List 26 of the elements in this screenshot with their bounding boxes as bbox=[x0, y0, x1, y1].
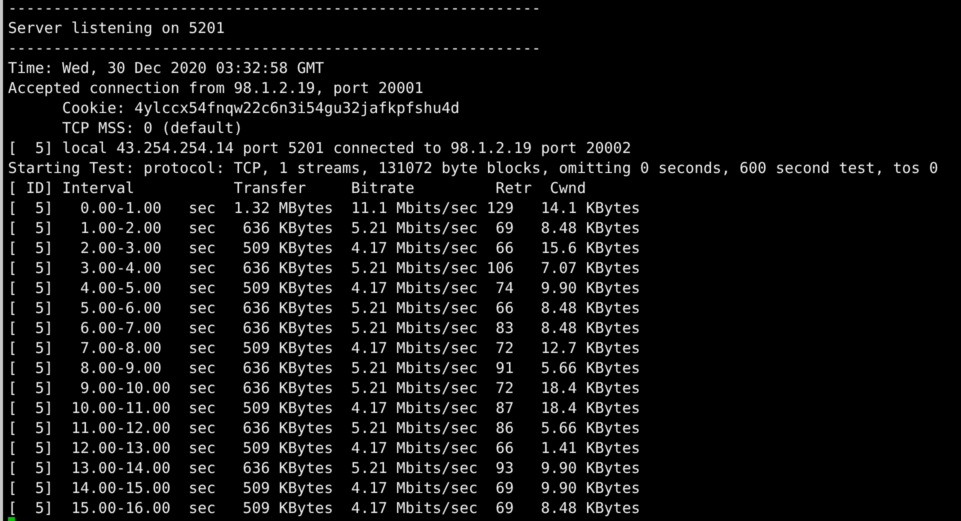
terminal-line: Starting Test: protocol: TCP, 1 streams, 131072 byte blocks, omitting 0 seconds, 600 second test, tos 0 bbox=[8, 158, 938, 178]
terminal-line: Time: Wed, 30 Dec 2020 03:32:58 GMT bbox=[8, 58, 324, 78]
terminal-line: [ 5] 3.00-4.00 sec 636 KBytes 5.21 Mbits/sec 106 7.07 KBytes bbox=[8, 258, 640, 278]
terminal-line: [ 5] 10.00-11.00 sec 509 KBytes 4.17 Mbits/sec 87 18.4 KBytes bbox=[8, 398, 640, 418]
terminal-line: Server listening on 5201 bbox=[8, 18, 225, 38]
terminal-line: [ 5] 0.00-1.00 sec 1.32 MBytes 11.1 Mbits/sec 129 14.1 KBytes bbox=[8, 198, 640, 218]
terminal-line: [ 5] 11.00-12.00 sec 636 KBytes 5.21 Mbits/sec 86 5.66 KBytes bbox=[8, 418, 640, 438]
terminal-line: ----------------------------------------------------------- bbox=[8, 0, 541, 18]
terminal-line: [ 5] 2.00-3.00 sec 509 KBytes 4.17 Mbits/sec 66 15.6 KBytes bbox=[8, 238, 640, 258]
terminal-line: [ 5] 9.00-10.00 sec 636 KBytes 5.21 Mbits/sec 72 18.4 KBytes bbox=[8, 378, 640, 398]
terminal-line: [ 5] 12.00-13.00 sec 509 KBytes 4.17 Mbits/sec 66 1.41 KBytes bbox=[8, 438, 640, 458]
terminal-line: [ 5] local 43.254.254.14 port 5201 connected to 98.1.2.19 port 20002 bbox=[8, 138, 632, 158]
terminal-line: Cookie: 4ylccx54fnqw22c6n3i54gu32jafkpfshu4d bbox=[61, 98, 460, 118]
terminal-line: [ 5] 8.00-9.00 sec 636 KBytes 5.21 Mbits/sec 91 5.66 KBytes bbox=[8, 358, 640, 378]
terminal-line: [ 5] 13.00-14.00 sec 636 KBytes 5.21 Mbits/sec 93 9.90 KBytes bbox=[8, 458, 640, 478]
terminal-line: TCP MSS: 0 (default) bbox=[61, 118, 243, 138]
terminal-line: [ 5] 4.00-5.00 sec 509 KBytes 4.17 Mbits/sec 74 9.90 KBytes bbox=[8, 278, 640, 298]
terminal-line: [ 5] 7.00-8.00 sec 509 KBytes 4.17 Mbits/sec 72 12.7 KBytes bbox=[8, 338, 640, 358]
terminal-line: ----------------------------------------------------------- bbox=[8, 38, 541, 58]
terminal-line: [ 5] 14.00-15.00 sec 509 KBytes 4.17 Mbits/sec 69 9.90 KBytes bbox=[8, 478, 640, 498]
terminal-line: [ ID] Interval Transfer Bitrate Retr Cwnd bbox=[8, 178, 586, 198]
terminal-line: [ 5] 15.00-16.00 sec 509 KBytes 4.17 Mbits/sec 69 8.48 KBytes bbox=[8, 498, 640, 518]
terminal-line: [ 5] 6.00-7.00 sec 636 KBytes 5.21 Mbits/sec 83 8.48 KBytes bbox=[8, 318, 640, 338]
terminal-line: [ 5] 1.00-2.00 sec 636 KBytes 5.21 Mbits/sec 69 8.48 KBytes bbox=[8, 218, 640, 238]
terminal-line: Accepted connection from 98.1.2.19, port 20001 bbox=[8, 78, 424, 98]
terminal-line: [ 5] 5.00-6.00 sec 636 KBytes 5.21 Mbits/sec 66 8.48 KBytes bbox=[8, 298, 640, 318]
